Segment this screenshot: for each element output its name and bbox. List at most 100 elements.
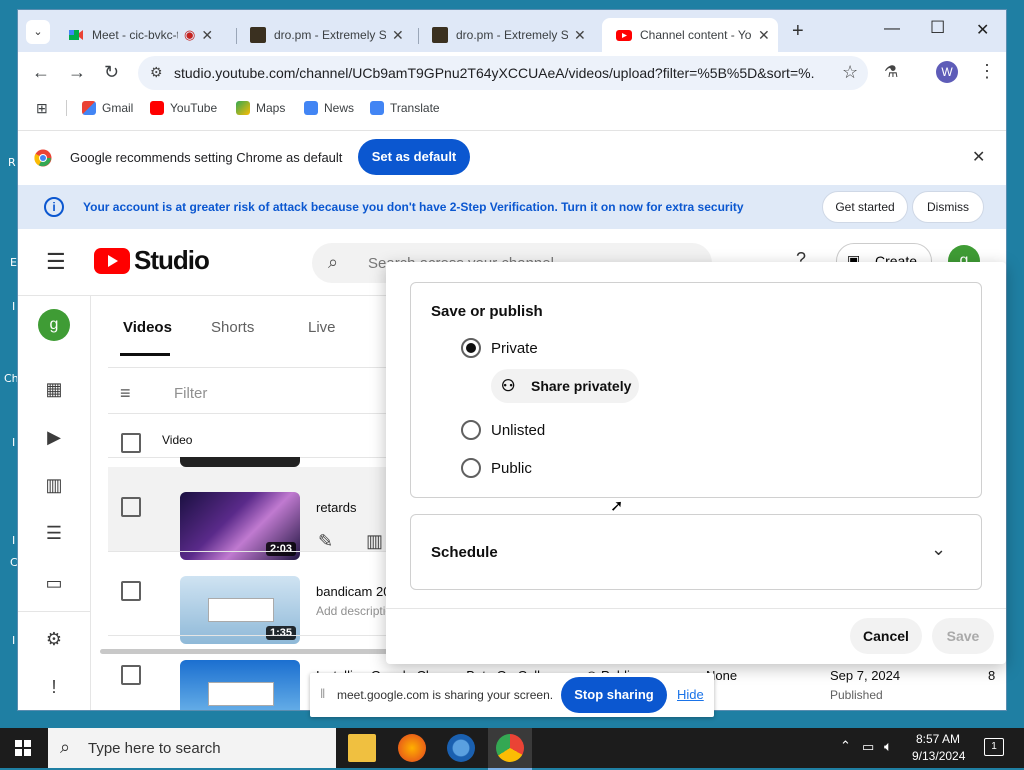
- notification-center-icon[interactable]: 1: [984, 738, 1004, 756]
- apps-grid-icon[interactable]: ⊞: [36, 100, 48, 117]
- schedule-card[interactable]: Schedule ⌄: [410, 514, 982, 590]
- close-infobar-icon[interactable]: ✕: [972, 147, 985, 167]
- video-thumbnail[interactable]: [180, 660, 300, 710]
- clock-time[interactable]: 8:57 AM: [916, 732, 960, 746]
- tab-channel-content[interactable]: Channel content - Yo ✕: [602, 18, 778, 52]
- unlisted-radio[interactable]: [461, 420, 481, 440]
- close-tab-icon[interactable]: ✕: [201, 27, 213, 44]
- tab-live[interactable]: Live: [308, 319, 336, 336]
- close-tab-icon[interactable]: ✕: [574, 27, 586, 44]
- chrome-taskbar-button[interactable]: [488, 728, 532, 770]
- minimize-button[interactable]: —: [884, 20, 900, 38]
- analytics-icon[interactable]: ▥: [42, 473, 66, 497]
- comments-icon[interactable]: ☰: [42, 521, 66, 545]
- taskbar-search-input[interactable]: ⌕ Type here to search: [48, 728, 336, 768]
- public-radio[interactable]: [461, 458, 481, 478]
- file-explorer-icon[interactable]: [348, 734, 376, 762]
- video-duration: 2:03: [265, 542, 296, 556]
- dashboard-icon[interactable]: ▦: [42, 377, 66, 401]
- recording-icon: ◉: [184, 27, 196, 42]
- unlisted-label[interactable]: Unlisted: [491, 422, 545, 439]
- windows-start-icon[interactable]: [15, 740, 31, 756]
- bookmark-news[interactable]: News: [304, 101, 354, 115]
- bookmark-translate[interactable]: Translate: [370, 101, 440, 115]
- volume-icon[interactable]: 🔈︎: [884, 738, 892, 755]
- site-info-icon[interactable]: ⚙: [150, 64, 163, 81]
- tab-dropm-1[interactable]: dro.pm - Extremely S ✕: [236, 18, 416, 52]
- hamburger-menu-icon[interactable]: ☰: [46, 249, 66, 275]
- filter-icon[interactable]: ≡: [120, 383, 131, 404]
- cancel-button[interactable]: Cancel: [850, 618, 922, 654]
- video-title[interactable]: retards: [316, 500, 356, 515]
- tab-meet[interactable]: Meet - cic-bvkc-t ◉ ✕: [54, 18, 234, 52]
- url-text[interactable]: studio.youtube.com/channel/UCb9amT9GPnu2…: [174, 65, 814, 81]
- tab-dropm-2[interactable]: dro.pm - Extremely S ✕: [418, 18, 598, 52]
- forward-button[interactable]: →: [68, 62, 86, 83]
- subtitles-icon[interactable]: ▭: [42, 571, 66, 595]
- set-as-default-button[interactable]: Set as default: [358, 139, 470, 175]
- tab-videos[interactable]: Videos: [123, 319, 172, 336]
- analytics-icon[interactable]: ▥: [366, 531, 383, 552]
- feedback-icon[interactable]: !: [42, 675, 66, 699]
- row-checkbox[interactable]: [121, 497, 141, 517]
- person-add-icon: ⚇: [501, 378, 516, 395]
- close-tab-icon[interactable]: ✕: [758, 27, 770, 44]
- bookmarks-bar: ⊞ Gmail YouTube Maps News Translate: [18, 94, 1006, 124]
- section-title: Save or publish: [431, 303, 543, 320]
- close-tab-icon[interactable]: ✕: [392, 27, 404, 44]
- screen-share-bar: ‖ meet.google.com is sharing your screen…: [310, 673, 714, 717]
- bookmark-youtube[interactable]: YouTube: [150, 101, 217, 115]
- stop-sharing-button[interactable]: Stop sharing: [561, 677, 667, 713]
- clock-date[interactable]: 9/13/2024: [912, 749, 965, 763]
- tray-chevron-up-icon[interactable]: ⌃: [840, 738, 851, 754]
- row-checkbox[interactable]: [121, 581, 141, 601]
- content-icon[interactable]: ▶: [42, 425, 66, 449]
- edit-pencil-icon[interactable]: ✎: [318, 531, 333, 552]
- windows-taskbar: ⌕ Type here to search ⌃ ▭ 🔈︎ 8:57 AM 9/1…: [0, 728, 1024, 770]
- back-button[interactable]: ←: [32, 62, 50, 83]
- private-label[interactable]: Private: [491, 340, 538, 357]
- filter-input[interactable]: Filter: [174, 385, 207, 402]
- hide-link[interactable]: Hide: [677, 687, 704, 702]
- close-window-button[interactable]: ✕: [976, 20, 989, 40]
- row-checkbox[interactable]: [121, 665, 141, 685]
- share-privately-button[interactable]: ⚇ Share privately: [491, 369, 639, 403]
- video-duration: 1:35: [265, 626, 296, 640]
- get-started-button[interactable]: Get started: [822, 191, 908, 223]
- dismiss-button[interactable]: Dismiss: [912, 191, 984, 223]
- settings-icon[interactable]: ⚙: [42, 627, 66, 651]
- reload-button[interactable]: ↻: [104, 62, 119, 83]
- desktop-icon-label: I: [12, 300, 16, 313]
- labs-flask-icon[interactable]: ⚗: [884, 62, 898, 82]
- network-icon[interactable]: ▭: [862, 739, 874, 755]
- video-thumbnail[interactable]: [180, 457, 300, 467]
- profile-avatar[interactable]: W: [936, 61, 958, 83]
- sidebar-avatar[interactable]: g: [38, 309, 70, 341]
- chevron-down-icon[interactable]: ⌄: [931, 539, 946, 560]
- address-bar[interactable]: ⚙ studio.youtube.com/channel/UCb9amT9GPn…: [138, 56, 868, 90]
- video-thumbnail[interactable]: 1:35: [180, 576, 300, 644]
- drag-handle-icon[interactable]: ‖: [320, 686, 325, 701]
- youtube-icon: [616, 30, 632, 41]
- public-label[interactable]: Public: [491, 460, 532, 477]
- new-tab-button[interactable]: +: [792, 20, 804, 43]
- maximize-button[interactable]: ☐: [930, 18, 945, 38]
- firefox-icon[interactable]: [398, 734, 426, 762]
- chromium-icon[interactable]: [447, 734, 475, 762]
- tab-search-button[interactable]: ⌄: [26, 20, 50, 44]
- save-button[interactable]: Save: [932, 618, 994, 654]
- desktop-icon-label: E: [10, 256, 17, 269]
- youtube-logo-icon: [94, 247, 130, 274]
- bookmark-gmail[interactable]: Gmail: [82, 101, 133, 115]
- bookmark-maps[interactable]: Maps: [236, 101, 285, 115]
- private-radio[interactable]: [461, 338, 481, 358]
- menu-kebab-icon[interactable]: ⋮: [978, 61, 996, 82]
- maps-icon: [236, 101, 250, 115]
- video-thumbnail[interactable]: 2:03: [180, 492, 300, 560]
- bookmark-star-icon[interactable]: ☆: [842, 62, 858, 83]
- chrome-icon: [34, 149, 52, 167]
- default-browser-infobar: Google recommends setting Chrome as defa…: [18, 130, 1006, 186]
- tab-shorts[interactable]: Shorts: [211, 319, 254, 336]
- studio-logo[interactable]: Studio: [94, 245, 210, 276]
- select-all-checkbox[interactable]: [121, 433, 141, 453]
